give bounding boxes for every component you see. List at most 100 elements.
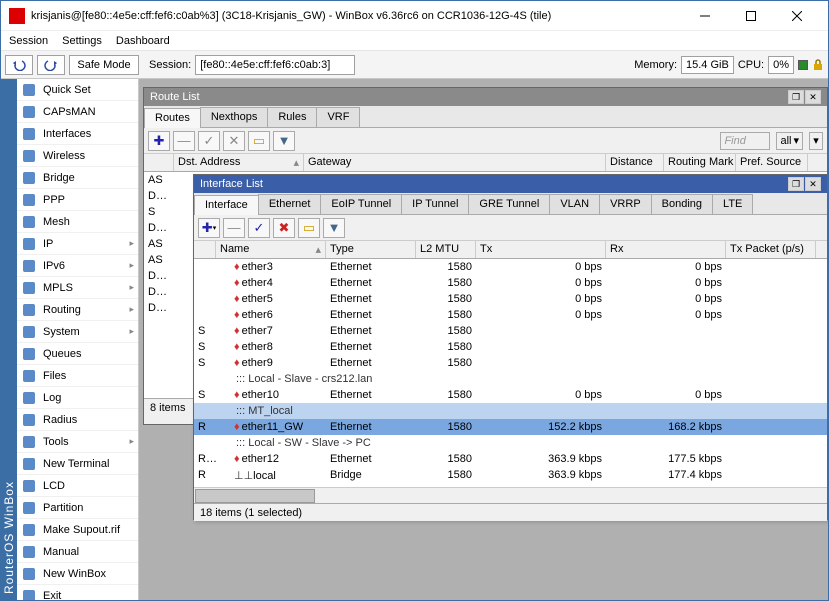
sidebar-item-mesh[interactable]: Mesh <box>17 211 138 233</box>
tab-gre-tunnel[interactable]: GRE Tunnel <box>468 194 550 214</box>
table-row[interactable]: S♦ether9Ethernet1580 <box>194 355 827 371</box>
disable-button[interactable]: ✕ <box>223 131 245 151</box>
chevron-right-icon: ▸ <box>129 326 134 337</box>
tab-interface[interactable]: Interface <box>194 195 259 215</box>
table-row[interactable]: ♦ether4Ethernet15800 bps0 bps <box>194 275 827 291</box>
sidebar-item-wireless[interactable]: Wireless <box>17 145 138 167</box>
group-row[interactable]: ::: MT_local <box>194 403 827 419</box>
interface-list-window[interactable]: Interface List ❐ ✕ InterfaceEthernetEoIP… <box>193 174 828 520</box>
tab-vlan[interactable]: VLAN <box>549 194 600 214</box>
sidebar-item-interfaces[interactable]: Interfaces <box>17 123 138 145</box>
route-all-select[interactable]: all ▾ <box>776 132 803 150</box>
minimize-button[interactable] <box>682 1 728 31</box>
menu-settings[interactable]: Settings <box>62 35 102 47</box>
iface-window-title[interactable]: Interface List ❐ ✕ <box>194 175 827 193</box>
chevron-right-icon: ▸ <box>129 304 134 315</box>
tab-vrf[interactable]: VRF <box>316 107 360 127</box>
sidebar-item-new-winbox[interactable]: New WinBox <box>17 563 138 585</box>
sidebar-item-ppp[interactable]: PPP <box>17 189 138 211</box>
route-close-icon[interactable]: ✕ <box>805 90 821 104</box>
table-row[interactable]: R⊥⊥localBridge1580363.9 kbps177.4 kbps <box>194 467 827 483</box>
iface-grid-body[interactable]: ♦ether3Ethernet15800 bps0 bps♦ether4Ethe… <box>194 259 827 487</box>
iface-disable-button[interactable]: ✖ <box>273 218 295 238</box>
session-field[interactable]: [fe80::4e5e:cff:fef6:c0ab:3] <box>195 55 355 75</box>
tab-bonding[interactable]: Bonding <box>651 194 713 214</box>
menu-session[interactable]: Session <box>9 35 48 47</box>
iface-grid-header[interactable]: Name ▴TypeL2 MTUTxRxTx Packet (p/s) <box>194 241 827 259</box>
sidebar-item-capsman[interactable]: CAPsMAN <box>17 101 138 123</box>
tab-routes[interactable]: Routes <box>144 108 201 128</box>
iface-enable-button[interactable]: ✓ <box>248 218 270 238</box>
table-row[interactable]: ♦ether6Ethernet15800 bps0 bps <box>194 307 827 323</box>
add-button[interactable]: ✚ <box>148 131 170 151</box>
tab-vrrp[interactable]: VRRP <box>599 194 652 214</box>
sidebar-item-quick-set[interactable]: Quick Set <box>17 79 138 101</box>
exit-icon <box>21 588 37 601</box>
table-row[interactable]: S♦ether7Ethernet1580 <box>194 323 827 339</box>
route-icon <box>21 302 37 318</box>
sidebar-item-radius[interactable]: Radius <box>17 409 138 431</box>
close-button[interactable] <box>774 1 820 31</box>
sidebar-item-log[interactable]: Log <box>17 387 138 409</box>
iface-h-scroll[interactable] <box>194 487 827 503</box>
sidebar-item-system[interactable]: System▸ <box>17 321 138 343</box>
sidebar-item-tools[interactable]: Tools▸ <box>17 431 138 453</box>
iface-tabs: InterfaceEthernetEoIP TunnelIP TunnelGRE… <box>194 193 827 215</box>
route-dd-button[interactable]: ▾ <box>809 132 823 150</box>
route-max-icon[interactable]: ❐ <box>788 90 804 104</box>
sidebar-item-queues[interactable]: Queues <box>17 343 138 365</box>
iface-max-icon[interactable]: ❐ <box>788 177 804 191</box>
group-row[interactable]: ::: Local - Slave - crs212.lan <box>194 371 827 387</box>
route-tabs: RoutesNexthopsRulesVRF <box>144 106 827 128</box>
sidebar-item-ipv6[interactable]: IPv6▸ <box>17 255 138 277</box>
filter-button[interactable]: ▼ <box>273 131 295 151</box>
sidebar-item-routing[interactable]: Routing▸ <box>17 299 138 321</box>
iface-filter-button[interactable]: ▼ <box>323 218 345 238</box>
table-row[interactable]: R♦ether11_GWEthernet1580152.2 kbps168.2 … <box>194 419 827 435</box>
redo-button[interactable] <box>37 55 65 75</box>
undo-button[interactable] <box>5 55 33 75</box>
tab-lte[interactable]: LTE <box>712 194 753 214</box>
sidebar-item-new-terminal[interactable]: New Terminal <box>17 453 138 475</box>
cpu-label: CPU: <box>738 59 764 71</box>
chevron-right-icon: ▸ <box>129 282 134 293</box>
sidebar-item-exit[interactable]: Exit <box>17 585 138 600</box>
sidebar-item-bridge[interactable]: Bridge <box>17 167 138 189</box>
menu-dashboard[interactable]: Dashboard <box>116 35 170 47</box>
sidebar-item-lcd[interactable]: LCD <box>17 475 138 497</box>
remove-button[interactable]: — <box>173 131 195 151</box>
route-window-title[interactable]: Route List ❐ ✕ <box>144 88 827 106</box>
tab-eoip-tunnel[interactable]: EoIP Tunnel <box>320 194 402 214</box>
safe-mode-button[interactable]: Safe Mode <box>69 55 139 75</box>
tab-ethernet[interactable]: Ethernet <box>258 194 322 214</box>
sidebar-item-make-supout-rif[interactable]: Make Supout.rif <box>17 519 138 541</box>
sidebar-item-partition[interactable]: Partition <box>17 497 138 519</box>
group-row[interactable]: ::: Local - SW - Slave -> PC <box>194 435 827 451</box>
ppp-icon <box>21 192 37 208</box>
iface-add-button[interactable]: ✚▾ <box>198 218 220 238</box>
table-row[interactable]: ♦ether3Ethernet15800 bps0 bps <box>194 259 827 275</box>
sidebar-item-mpls[interactable]: MPLS▸ <box>17 277 138 299</box>
tab-ip-tunnel[interactable]: IP Tunnel <box>401 194 469 214</box>
iface-close-icon[interactable]: ✕ <box>805 177 821 191</box>
iface-icon <box>21 126 37 142</box>
table-row[interactable]: RS♦ether12Ethernet1580363.9 kbps177.5 kb… <box>194 451 827 467</box>
comment-button[interactable]: ▭ <box>248 131 270 151</box>
sidebar-item-ip[interactable]: IP▸ <box>17 233 138 255</box>
session-label: Session: <box>149 59 191 71</box>
tab-nexthops[interactable]: Nexthops <box>200 107 268 127</box>
sidebar-item-files[interactable]: Files <box>17 365 138 387</box>
maximize-button[interactable] <box>728 1 774 31</box>
radius-icon <box>21 412 37 428</box>
tab-rules[interactable]: Rules <box>267 107 317 127</box>
table-row[interactable]: S♦ether8Ethernet1580 <box>194 339 827 355</box>
iface-remove-button[interactable]: — <box>223 218 245 238</box>
iface-comment-button[interactable]: ▭ <box>298 218 320 238</box>
menubar: Session Settings Dashboard <box>1 31 828 51</box>
table-row[interactable]: S♦ether10Ethernet15800 bps0 bps <box>194 387 827 403</box>
enable-button[interactable]: ✓ <box>198 131 220 151</box>
sidebar-item-manual[interactable]: Manual <box>17 541 138 563</box>
route-grid-header[interactable]: Dst. Address ▴GatewayDistanceRouting Mar… <box>144 154 827 172</box>
table-row[interactable]: ♦ether5Ethernet15800 bps0 bps <box>194 291 827 307</box>
route-find-input[interactable]: Find <box>720 132 770 150</box>
